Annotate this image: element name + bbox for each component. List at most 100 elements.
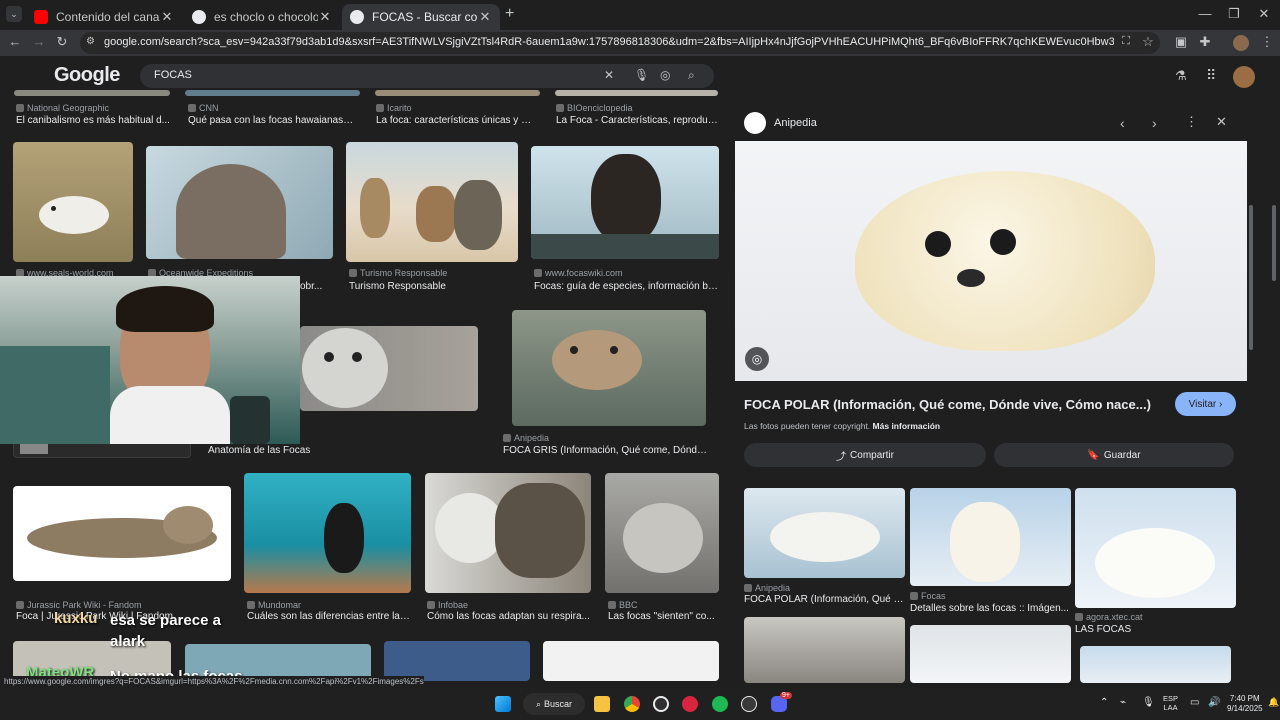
share-button[interactable]: ⤴ Compartir <box>744 443 986 467</box>
result-image-grey-seals[interactable] <box>425 473 591 593</box>
result-image-seal-face[interactable] <box>300 326 478 411</box>
url-text[interactable]: google.com/search?sca_esv=942a33f79d3ab1… <box>104 36 1114 48</box>
apps-grid-icon[interactable]: ⠿ <box>1206 67 1216 84</box>
address-bar[interactable]: ⚙ google.com/search?sca_esv=942a33f79d3a… <box>80 32 1160 54</box>
site-info-icon[interactable]: ⚙ <box>86 36 95 47</box>
result-image-row5-3[interactable] <box>384 641 530 681</box>
network-icon[interactable]: ⌁ <box>1120 697 1126 708</box>
related-caption[interactable]: LAS FOCAS <box>1075 624 1235 635</box>
result-image-row5-4[interactable] <box>543 641 719 681</box>
related-image-4[interactable] <box>744 617 905 683</box>
result-caption[interactable]: Cómo las focas adaptan su respira... <box>427 611 592 622</box>
related-image-6[interactable] <box>1080 646 1231 683</box>
restore-icon[interactable]: ❐ <box>1224 6 1244 22</box>
result-image-seal-closeup[interactable] <box>605 473 719 593</box>
tray-chevron-icon[interactable]: ⌃ <box>1100 697 1108 708</box>
google-logo[interactable]: Google <box>54 64 120 87</box>
result-image-seal-grass[interactable] <box>13 142 133 262</box>
menu-dots-icon[interactable]: ⋮ <box>1258 34 1276 50</box>
new-tab-button[interactable]: + <box>505 5 514 23</box>
bookmark-star-icon[interactable]: ☆ <box>1139 34 1157 50</box>
cast-icon[interactable]: ▣ <box>1172 34 1190 50</box>
result-caption[interactable]: La Foca - Características, reproduc... <box>556 115 718 126</box>
panel-source-name[interactable]: Anipedia <box>774 117 817 129</box>
result-image-4[interactable] <box>555 90 718 96</box>
volume-icon[interactable]: 🔊 <box>1208 697 1220 708</box>
panel-image-title[interactable]: FOCA POLAR (Información, Qué come, Dónde… <box>744 397 1151 412</box>
notifications-bell-icon[interactable]: 🔔 <box>1268 697 1279 708</box>
forward-icon[interactable]: → <box>30 34 48 49</box>
result-caption[interactable]: Focas: guía de especies, información bá.… <box>534 281 718 292</box>
search-box[interactable]: FOCAS ✕ 🎙 ◎ ⌕ <box>140 64 714 88</box>
tab-choclo[interactable]: es choclo o chocolo - Buscar co ✕ <box>184 4 340 30</box>
minimize-icon[interactable]: — <box>1195 6 1215 21</box>
result-image-sea-lions-beach[interactable] <box>346 142 518 262</box>
result-image-3[interactable] <box>375 90 540 96</box>
result-image-grey-seal-water[interactable] <box>512 310 706 426</box>
obs-icon[interactable] <box>653 696 669 712</box>
visit-button[interactable]: Visitar › <box>1175 392 1236 416</box>
save-button[interactable]: 🔖 Guardar <box>994 443 1234 467</box>
lens-icon[interactable]: ◎ <box>660 68 670 82</box>
main-preview-image[interactable]: ◎ <box>735 141 1247 381</box>
tab-focas[interactable]: FOCAS - Buscar con Google ✕ <box>342 4 500 30</box>
related-image-1[interactable] <box>744 488 905 578</box>
related-caption[interactable]: FOCA POLAR (Información, Qué c... <box>744 594 904 605</box>
spotify-icon[interactable] <box>712 696 728 712</box>
next-icon[interactable]: › <box>1152 115 1157 131</box>
reload-icon[interactable]: ↻ <box>53 34 71 50</box>
related-image-3[interactable] <box>1075 488 1236 608</box>
file-explorer-icon[interactable] <box>594 696 610 712</box>
close-tab-icon[interactable]: ✕ <box>160 9 174 25</box>
chrome-icon[interactable] <box>624 696 640 712</box>
windows-start-icon[interactable] <box>495 696 511 712</box>
translate-icon[interactable]: ⛶ <box>1117 35 1135 48</box>
more-info-link[interactable]: Más información <box>873 421 941 431</box>
related-caption[interactable]: Detalles sobre las focas :: Imágen... <box>910 603 1070 614</box>
account-avatar[interactable] <box>1233 66 1255 88</box>
more-options-icon[interactable]: ⋮ <box>1185 114 1198 130</box>
result-caption[interactable]: Turismo Responsable <box>349 281 514 292</box>
result-caption[interactable]: FOCA GRIS (Información, Qué come, Dónde … <box>503 445 711 456</box>
close-tab-icon[interactable]: ✕ <box>318 9 332 25</box>
chatgpt-icon[interactable] <box>741 696 757 712</box>
result-caption[interactable]: La foca: características únicas y su... <box>376 115 536 126</box>
result-image-2[interactable] <box>185 90 360 96</box>
related-image-2[interactable] <box>910 488 1071 586</box>
result-caption[interactable]: Las focas "sienten" co... <box>608 611 720 622</box>
result-image-seal-rock[interactable] <box>146 146 333 259</box>
result-caption[interactable]: El canibalismo es más habitual d... <box>16 115 171 126</box>
result-image-seal-aquarium[interactable] <box>244 473 411 593</box>
close-icon[interactable]: ✕ <box>1216 114 1227 130</box>
page-scrollbar[interactable] <box>1272 205 1276 281</box>
tab-youtube[interactable]: Contenido del canal - YouTube ✕ <box>26 4 182 30</box>
microphone-icon[interactable]: 🎙 <box>1142 697 1155 708</box>
result-image-sea-lion-rock[interactable] <box>531 146 719 259</box>
back-icon[interactable]: ← <box>6 34 24 49</box>
record-app-icon[interactable] <box>682 696 698 712</box>
result-image-harbor-seal-white[interactable] <box>13 486 231 581</box>
extensions-icon[interactable]: ✚ <box>1196 34 1214 50</box>
result-caption[interactable]: obr... <box>300 281 330 292</box>
result-caption[interactable]: Qué pasa con las focas hawaianas? ... <box>188 115 358 126</box>
clear-icon[interactable]: ✕ <box>604 68 614 82</box>
labs-icon[interactable]: ⚗ <box>1175 68 1187 84</box>
close-window-icon[interactable]: ✕ <box>1254 6 1274 22</box>
search-input[interactable]: FOCAS <box>154 69 192 81</box>
microphone-icon[interactable]: 🎙 <box>634 68 649 82</box>
lens-search-icon[interactable]: ◎ <box>745 347 769 371</box>
tab-search-button[interactable]: ⌄ <box>6 6 22 22</box>
panel-scrollbar[interactable] <box>1249 205 1253 350</box>
search-icon[interactable]: ⌕ <box>688 68 695 83</box>
close-tab-icon[interactable]: ✕ <box>478 9 492 25</box>
profile-avatar[interactable] <box>1233 35 1249 51</box>
input-language[interactable]: ESP LAA <box>1163 694 1178 712</box>
display-icon[interactable]: ▭ <box>1190 697 1199 708</box>
result-image-1[interactable] <box>14 90 170 96</box>
prev-icon[interactable]: ‹ <box>1120 115 1125 131</box>
taskbar-search[interactable]: ⌕ Buscar <box>523 693 585 715</box>
clock[interactable]: 7:40 PM 9/14/2025 <box>1227 694 1263 714</box>
related-image-5[interactable] <box>910 625 1071 683</box>
result-caption[interactable]: Anatomía de las Focas <box>208 445 408 456</box>
result-caption[interactable]: Cuáles son las diferencias entre las... <box>247 611 412 622</box>
